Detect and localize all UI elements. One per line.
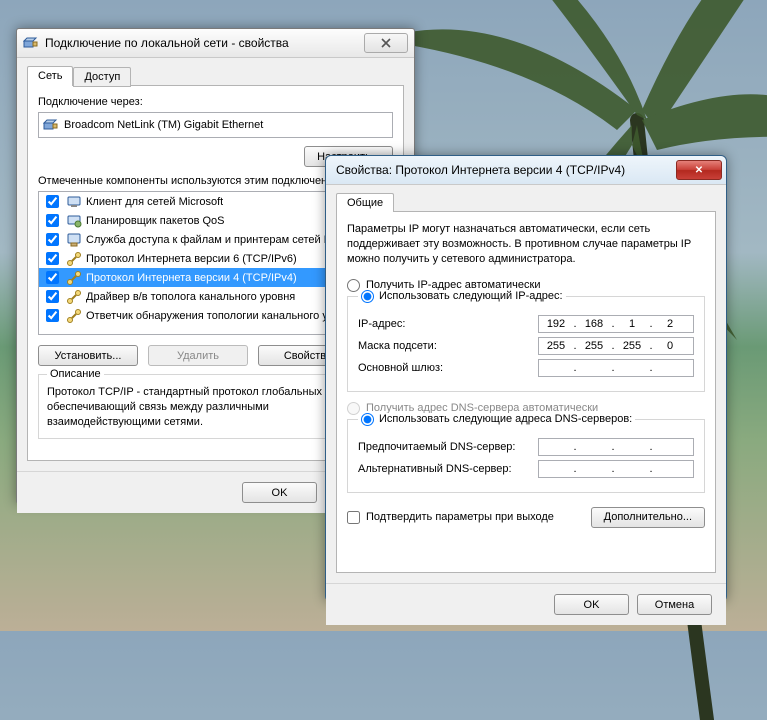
dns1-label: Предпочитаемый DNS-сервер:: [358, 441, 538, 453]
connect-using-label: Подключение через:: [38, 96, 393, 108]
item-label: Планировщик пакетов QoS: [86, 215, 225, 227]
dialog-footer: OK Отмена: [326, 583, 726, 625]
info-paragraph: Параметры IP могут назначаться автоматич…: [347, 222, 705, 267]
item-label: Протокол Интернета версии 6 (TCP/IPv6): [86, 253, 297, 265]
radio-label: Использовать следующие адреса DNS-сервер…: [379, 413, 632, 425]
ip-manual-group: Использовать следующий IP-адрес: IP-адре…: [347, 296, 705, 392]
oct: 0: [653, 340, 687, 352]
mask-label: Маска подсети:: [358, 340, 538, 352]
qos-icon: [66, 213, 82, 229]
adapter-field[interactable]: Broadcom NetLink (TM) Gigabit Ethernet: [38, 112, 393, 138]
titlebar[interactable]: Подключение по локальной сети - свойства: [17, 29, 414, 58]
validate-label: Подтвердить параметры при выходе: [366, 511, 554, 523]
ip-address-input[interactable]: 192. 168. 1. 2: [538, 315, 694, 333]
radio-dns-manual-input[interactable]: [361, 413, 374, 426]
tab-network[interactable]: Сеть: [27, 66, 73, 86]
item-label: Протокол Интернета версии 4 (TCP/IPv4): [86, 272, 297, 284]
oct: 255: [615, 340, 649, 352]
description-title: Описание: [47, 368, 104, 380]
file-sharing-icon: [66, 232, 82, 248]
item-checkbox[interactable]: [46, 195, 59, 208]
close-button[interactable]: ✕: [676, 160, 722, 180]
oct: 192: [539, 318, 573, 330]
oct: 1: [615, 318, 649, 330]
item-label: Клиент для сетей Microsoft: [86, 196, 223, 208]
dns-manual-group: Использовать следующие адреса DNS-сервер…: [347, 419, 705, 493]
item-checkbox[interactable]: [46, 233, 59, 246]
network-adapter-icon: [23, 35, 39, 51]
oct: 255: [577, 340, 611, 352]
dialog-title: Свойства: Протокол Интернета версии 4 (T…: [336, 163, 625, 177]
protocol-icon: [66, 251, 82, 267]
remove-button: Удалить: [148, 345, 248, 366]
item-checkbox[interactable]: [46, 271, 59, 284]
oct: 168: [577, 318, 611, 330]
gateway-input[interactable]: . . .: [538, 359, 694, 377]
tab-general[interactable]: Общие: [336, 193, 394, 212]
advanced-button[interactable]: Дополнительно...: [591, 507, 705, 528]
tabstrip: Общие: [336, 193, 716, 212]
item-label: Ответчик обнаружения топологии канальног…: [86, 310, 358, 322]
ipv4-properties-dialog: Свойства: Протокол Интернета версии 4 (T…: [325, 155, 727, 602]
preferred-dns-input[interactable]: . . .: [538, 438, 694, 456]
ip-label: IP-адрес:: [358, 318, 538, 330]
alternate-dns-input[interactable]: . . .: [538, 460, 694, 478]
radio-label: Использовать следующий IP-адрес:: [379, 290, 563, 302]
tabstrip: Сеть Доступ: [27, 66, 404, 86]
subnet-mask-input[interactable]: 255. 255. 255. 0: [538, 337, 694, 355]
ok-button[interactable]: OK: [242, 482, 317, 503]
nic-icon: [43, 117, 59, 133]
install-button[interactable]: Установить...: [38, 345, 138, 366]
item-label: Драйвер в/в тополога канального уровня: [86, 291, 295, 303]
validate-checkbox-row[interactable]: Подтвердить параметры при выходе: [347, 511, 554, 524]
titlebar[interactable]: Свойства: Протокол Интернета версии 4 (T…: [326, 156, 726, 185]
cancel-button[interactable]: Отмена: [637, 594, 712, 615]
item-checkbox[interactable]: [46, 252, 59, 265]
ok-button[interactable]: OK: [554, 594, 629, 615]
dns2-label: Альтернативный DNS-сервер:: [358, 463, 538, 475]
item-checkbox[interactable]: [46, 309, 59, 322]
protocol-icon: [66, 270, 82, 286]
tab-panel-general: Параметры IP могут назначаться автоматич…: [336, 211, 716, 573]
radio-ip-manual-input[interactable]: [361, 290, 374, 303]
client-icon: [66, 194, 82, 210]
gateway-label: Основной шлюз:: [358, 362, 538, 374]
close-button[interactable]: [364, 33, 408, 53]
oct: 2: [653, 318, 687, 330]
tab-sharing[interactable]: Доступ: [73, 67, 131, 87]
dialog-title: Подключение по локальной сети - свойства: [45, 36, 289, 50]
protocol-icon: [66, 289, 82, 305]
item-checkbox[interactable]: [46, 290, 59, 303]
oct: 255: [539, 340, 573, 352]
adapter-name: Broadcom NetLink (TM) Gigabit Ethernet: [64, 119, 263, 131]
protocol-icon: [66, 308, 82, 324]
validate-checkbox[interactable]: [347, 511, 360, 524]
item-checkbox[interactable]: [46, 214, 59, 227]
